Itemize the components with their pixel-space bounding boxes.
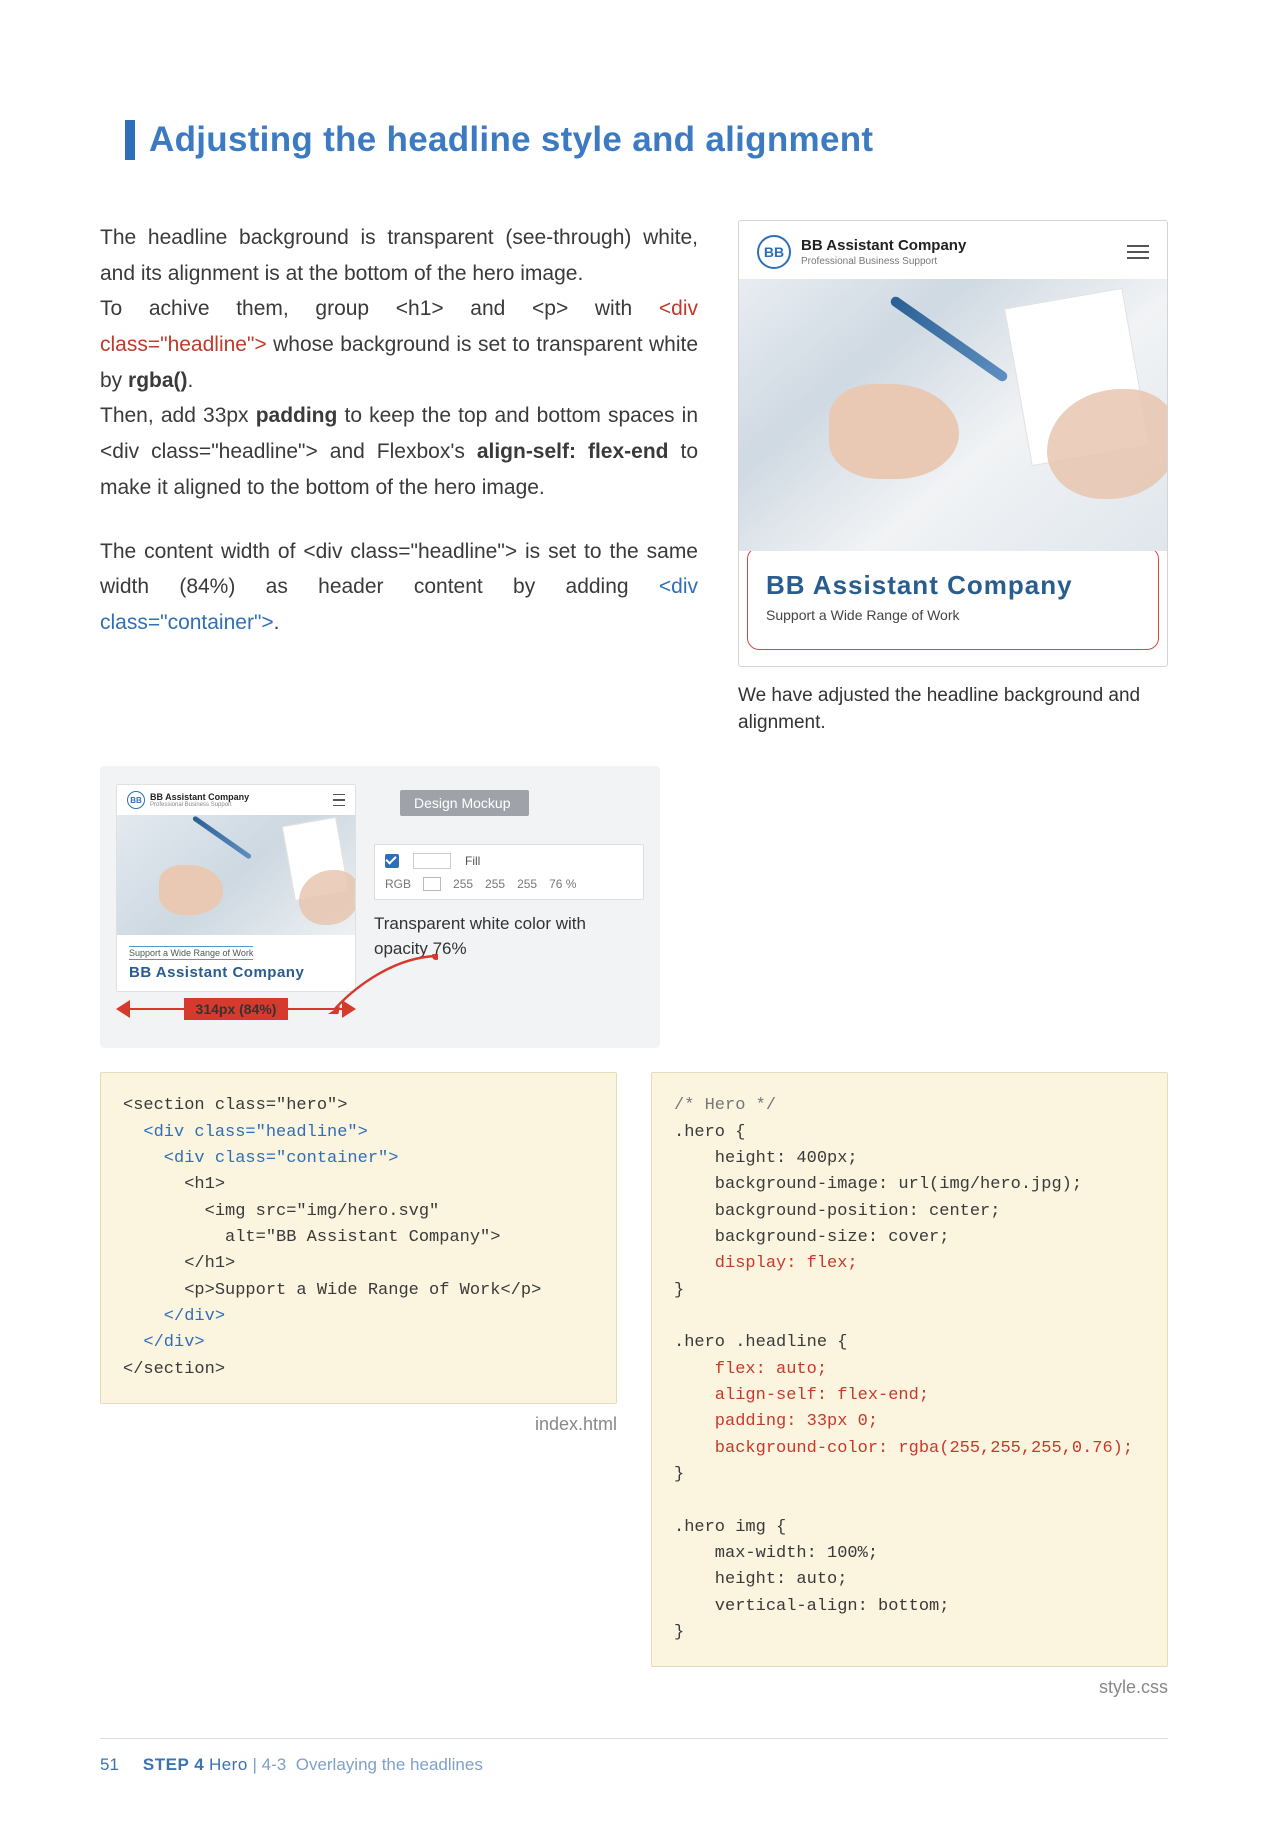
mockup-brand-sub: Professional Business Support	[801, 256, 966, 267]
design-mockup-badge: Design Mockup	[400, 790, 529, 816]
mode-dropdown-icon	[423, 877, 441, 891]
article-body: The headline background is transparent (…	[100, 220, 698, 736]
footer-section: 4-3	[262, 1755, 287, 1774]
mockup-headline-sub: Support a Wide Range of Work	[766, 607, 1140, 623]
color-inspector: Fill RGB 255 255 255 76 %	[374, 844, 644, 900]
transparent-label: Transparent white color with opacity 76%	[374, 912, 644, 961]
mini-brand-title: BB Assistant Company	[150, 792, 249, 802]
bb-logo-icon: BB	[757, 235, 791, 269]
footer-step: STEP 4	[143, 1755, 204, 1774]
rgba-bold: rgba()	[128, 369, 188, 392]
mini-headline-big: BB Assistant Company	[129, 964, 343, 981]
hamburger-icon	[1127, 245, 1149, 259]
page-footer: 51 STEP 4 Hero | 4-3 Overlaying the head…	[100, 1755, 1168, 1775]
para2a: Then, add 33px	[100, 404, 256, 427]
code-block-html: <section class="hero"> <div class="headl…	[100, 1072, 617, 1404]
code-html-filename: index.html	[100, 1414, 617, 1435]
mockup-hero-image	[739, 279, 1167, 551]
hamburger-icon	[333, 794, 345, 807]
mockup-headline-big: BB Assistant Company	[766, 570, 1140, 601]
width-arrow-label: 314px (84%)	[184, 998, 289, 1020]
mockup-headline-outline: BB Assistant Company Support a Wide Rang…	[747, 547, 1159, 650]
right-column: BB BB Assistant Company Professional Bus…	[738, 220, 1168, 736]
width-arrow: 314px (84%)	[116, 998, 356, 1020]
para1b-pre: To achive them, group <h1> and <p> with	[100, 297, 659, 320]
footer-step-title: Hero	[209, 1755, 248, 1774]
page-title: Adjusting the headline style and alignme…	[149, 120, 873, 160]
padding-bold: padding	[256, 404, 338, 427]
design-mockup-panel: Design Mockup BB BB Assistant Company Pr…	[100, 766, 660, 1048]
color-mode: RGB	[385, 877, 411, 891]
mini-screenshot: BB BB Assistant Company Professional Bus…	[116, 784, 356, 992]
fill-swatch	[413, 853, 451, 869]
bb-logo-icon: BB	[127, 791, 145, 809]
fill-label: Fill	[465, 854, 480, 868]
color-b: 255	[517, 877, 537, 891]
para1a: The headline background is transparent (…	[100, 226, 698, 285]
mini-hero-image	[117, 815, 355, 935]
mockup-brand: BB BB Assistant Company Professional Bus…	[757, 235, 966, 269]
code-block-css: /* Hero */ .hero { height: 400px; backgr…	[651, 1072, 1168, 1667]
footer-rule	[100, 1738, 1168, 1739]
mini-brand-sub: Professional Business Support	[150, 802, 249, 808]
heading-accent-bar	[125, 120, 135, 160]
mini-headline-sub: Support a Wide Range of Work	[129, 946, 253, 960]
mockup-header: BB BB Assistant Company Professional Bus…	[739, 221, 1167, 279]
color-r: 255	[453, 877, 473, 891]
mockup-screenshot: BB BB Assistant Company Professional Bus…	[738, 220, 1168, 667]
footer-divider: |	[253, 1755, 262, 1774]
para3a: The content width of <div class="headlin…	[100, 540, 698, 599]
alignself-bold: align-self: flex-end	[477, 440, 669, 463]
mini-headline: Support a Wide Range of Work BB Assistan…	[117, 935, 355, 991]
code-css-filename: style.css	[651, 1677, 1168, 1698]
color-alpha: 76 %	[549, 877, 576, 891]
mockup-brand-title: BB Assistant Company	[801, 237, 966, 254]
page-number: 51	[100, 1755, 119, 1775]
color-g: 255	[485, 877, 505, 891]
fill-checkbox-icon	[385, 854, 399, 868]
mockup-caption: We have adjusted the headline background…	[738, 683, 1168, 736]
